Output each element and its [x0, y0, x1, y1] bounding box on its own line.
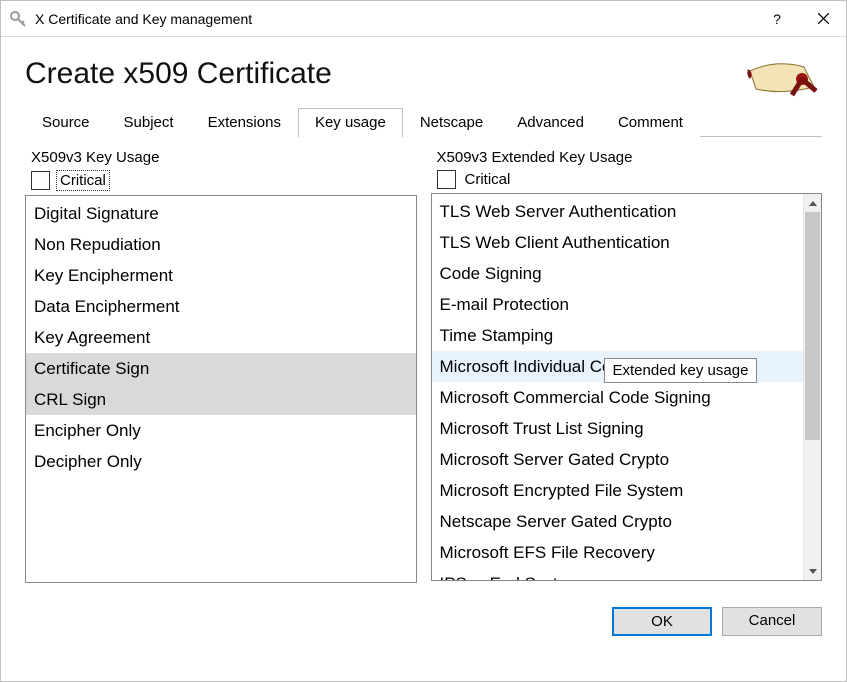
help-button[interactable]: ?	[754, 1, 800, 36]
ok-button[interactable]: OK	[612, 607, 712, 636]
key-usage-listbox[interactable]: Digital SignatureNon RepudiationKey Enci…	[25, 195, 417, 583]
extended-key-usage-listbox[interactable]: TLS Web Server AuthenticationTLS Web Cli…	[431, 193, 823, 581]
window-title: X Certificate and Key management	[35, 11, 754, 27]
app-logo	[742, 57, 822, 97]
key-usage-critical-label[interactable]: Critical	[56, 170, 110, 191]
tab-netscape[interactable]: Netscape	[403, 108, 500, 137]
key-usage-panel: X509v3 Key Usage Critical Digital Signat…	[25, 147, 417, 583]
list-item[interactable]: CRL Sign	[26, 384, 416, 415]
list-item[interactable]: Key Encipherment	[26, 260, 416, 291]
list-item[interactable]: Data Encipherment	[26, 291, 416, 322]
extended-key-usage-critical-label[interactable]: Critical	[462, 170, 514, 189]
tab-key-usage[interactable]: Key usage	[298, 108, 403, 137]
tab-comment[interactable]: Comment	[601, 108, 700, 137]
close-button[interactable]	[800, 1, 846, 36]
tab-advanced[interactable]: Advanced	[500, 108, 601, 137]
list-item[interactable]: Certificate Sign	[26, 353, 416, 384]
scroll-thumb[interactable]	[805, 212, 820, 440]
key-usage-title: X509v3 Key Usage	[25, 147, 417, 170]
scrollbar[interactable]	[803, 194, 821, 580]
tab-source[interactable]: Source	[25, 108, 107, 137]
tab-subject[interactable]: Subject	[107, 108, 191, 137]
titlebar: X Certificate and Key management ?	[1, 1, 846, 37]
list-item[interactable]: Non Repudiation	[26, 229, 416, 260]
list-item[interactable]: TLS Web Server Authentication	[432, 196, 804, 227]
list-item[interactable]: E-mail Protection	[432, 289, 804, 320]
list-item[interactable]: Netscape Server Gated Crypto	[432, 506, 804, 537]
window-controls: ?	[754, 1, 846, 36]
list-item[interactable]: Time Stamping	[432, 320, 804, 351]
scroll-down-icon[interactable]	[804, 562, 821, 580]
list-item[interactable]: Microsoft Encrypted File System	[432, 475, 804, 506]
tooltip: Extended key usage	[604, 358, 758, 383]
tab-extensions[interactable]: Extensions	[191, 108, 298, 137]
list-item[interactable]: Digital Signature	[26, 198, 416, 229]
tab-bar: SourceSubjectExtensionsKey usageNetscape…	[25, 107, 822, 137]
list-item[interactable]: Code Signing	[432, 258, 804, 289]
scroll-track[interactable]	[804, 212, 821, 562]
list-item[interactable]: Microsoft Commercial Code Signing	[432, 382, 804, 413]
cancel-button[interactable]: Cancel	[722, 607, 822, 636]
list-item[interactable]: Microsoft EFS File Recovery	[432, 537, 804, 568]
list-item[interactable]: Encipher Only	[26, 415, 416, 446]
extended-key-usage-panel: X509v3 Extended Key Usage Critical TLS W…	[431, 147, 823, 583]
extended-key-usage-critical-checkbox[interactable]	[437, 170, 456, 189]
list-item[interactable]: IPSec End System	[432, 568, 804, 580]
list-item[interactable]: Microsoft Trust List Signing	[432, 413, 804, 444]
scroll-up-icon[interactable]	[804, 194, 821, 212]
extended-key-usage-title: X509v3 Extended Key Usage	[431, 147, 823, 170]
page-heading: Create x509 Certificate	[25, 57, 332, 91]
list-item[interactable]: TLS Web Client Authentication	[432, 227, 804, 258]
list-item[interactable]: Microsoft Server Gated Crypto	[432, 444, 804, 475]
list-item[interactable]: Key Agreement	[26, 322, 416, 353]
app-key-icon	[9, 10, 27, 28]
key-usage-critical-checkbox[interactable]	[31, 171, 50, 190]
list-item[interactable]: Decipher Only	[26, 446, 416, 477]
